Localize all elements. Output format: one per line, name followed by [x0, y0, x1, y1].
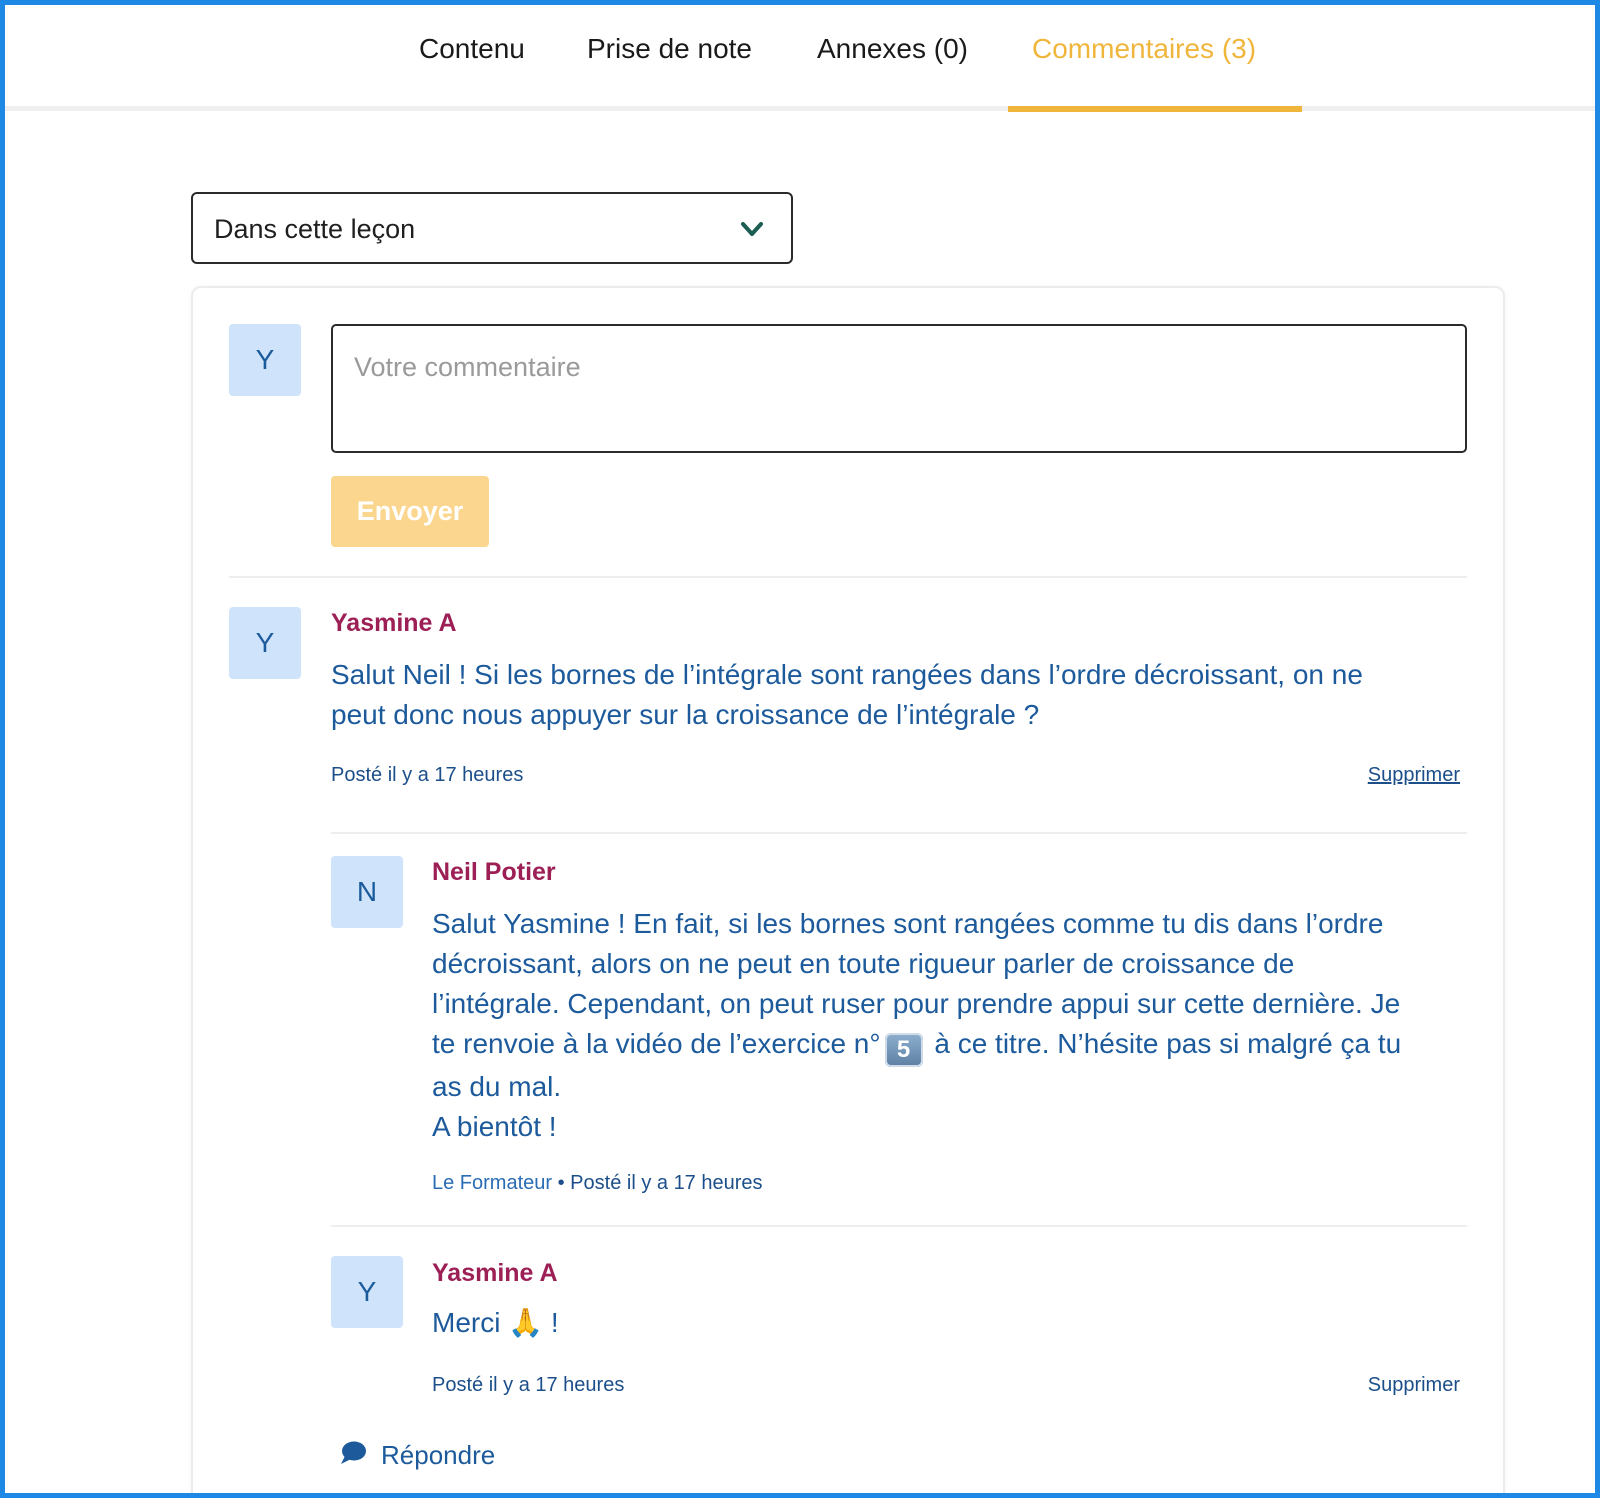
app-frame: Contenu Prise de note Annexes (0) Commen… [0, 0, 1600, 1498]
body-text-segment: Merci [432, 1307, 509, 1338]
tab-prise-de-note[interactable]: Prise de note [587, 33, 752, 65]
author-role: Le Formateur [432, 1172, 553, 1194]
chevron-down-icon [739, 216, 765, 242]
tab-contenu[interactable]: Contenu [419, 33, 525, 65]
comment-meta: Posté il y a 17 heures [432, 1374, 625, 1396]
avatar: N [331, 856, 403, 928]
comment-body: Merci 🙏 ! [432, 1303, 1032, 1343]
delete-comment-link[interactable]: Supprimer [1368, 1374, 1460, 1397]
comment-author: Yasmine A [432, 1259, 558, 1287]
keycap-five-emoji: 5 [884, 1033, 923, 1067]
comment-meta: Le Formateur • Posté il y a 17 heures [432, 1172, 763, 1195]
body-text-segment: te renvoie à la vidéo de l’exercice n° [432, 1028, 881, 1059]
comment-author: Neil Potier [432, 858, 556, 886]
reply-label: Répondre [381, 1440, 496, 1470]
tab-bar: Contenu Prise de note Annexes (0) Commen… [5, 5, 1595, 112]
avatar: Y [331, 1256, 403, 1328]
comment-body-line: peut donc nous appuyer sur la croissance… [331, 699, 1040, 730]
folded-hands-emoji: 🙏 [508, 1307, 544, 1338]
comment-body-line: te renvoie à la vidéo de l’exercice n° 5 … [432, 1024, 1472, 1067]
divider [331, 832, 1467, 834]
comment-body-line: Salut Yasmine ! En fait, si les bornes s… [432, 908, 1384, 939]
avatar: Y [229, 607, 301, 679]
tab-commentaires[interactable]: Commentaires (3) [1032, 33, 1256, 65]
comment-input[interactable] [331, 324, 1467, 453]
divider [229, 576, 1467, 578]
comment-body: Salut Neil ! Si les bornes de l’intégral… [331, 655, 1471, 735]
send-button[interactable]: Envoyer [331, 476, 489, 547]
comment-meta: Posté il y a 17 heures [331, 764, 524, 786]
comments-scope-select[interactable]: Dans cette leçon [191, 192, 793, 264]
speech-bubble-icon [339, 1440, 367, 1471]
body-text-segment: à ce titre. N’hésite pas si malgré ça tu [926, 1028, 1402, 1059]
divider [331, 1225, 1467, 1227]
delete-comment-link[interactable]: Supprimer [1368, 764, 1460, 787]
comment-body-line: décroissant, alors on ne peut en toute r… [432, 948, 1295, 979]
body-text-segment: ! [543, 1307, 559, 1338]
tab-annexes[interactable]: Annexes (0) [817, 33, 968, 65]
select-value: Dans cette leçon [214, 214, 416, 244]
comment-body-line: Salut Neil ! Si les bornes de l’intégral… [331, 659, 1363, 690]
active-tab-indicator [1008, 106, 1302, 112]
comment-author: Yasmine A [331, 609, 457, 637]
comment-body-line: l’intégrale. Cependant, on peut ruser po… [432, 988, 1401, 1019]
reply-button[interactable]: Répondre [339, 1440, 495, 1471]
comment-body: Salut Yasmine ! En fait, si les bornes s… [432, 904, 1472, 1147]
comment-body-line: A bientôt ! [432, 1111, 557, 1142]
comment-timestamp: • Posté il y a 17 heures [557, 1172, 763, 1194]
comment-body-line: as du mal. [432, 1071, 562, 1102]
avatar: Y [229, 324, 301, 396]
